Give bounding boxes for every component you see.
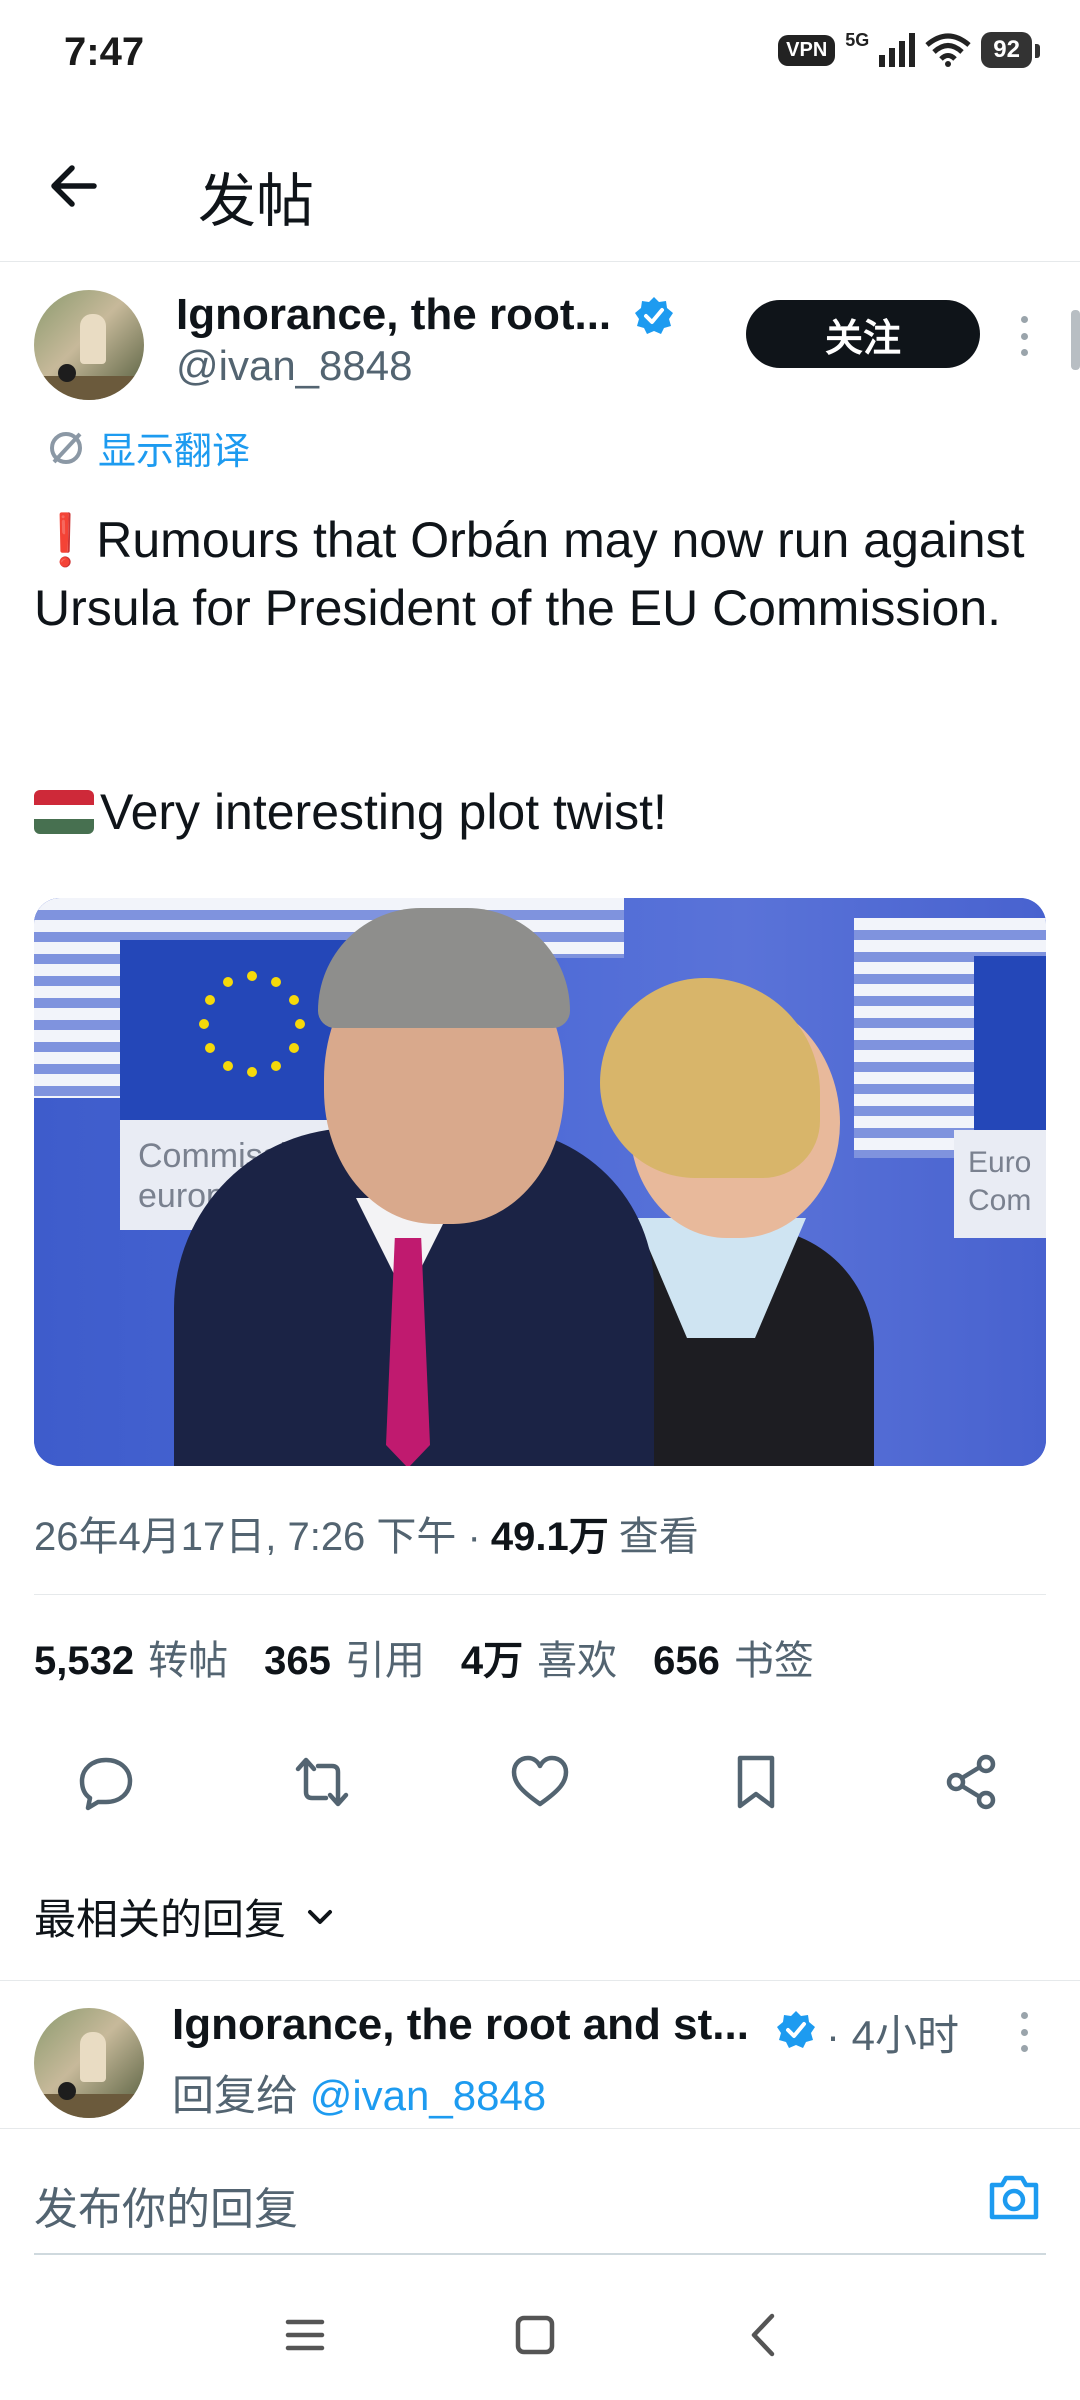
- replies-sort-dropdown[interactable]: 最相关的回复: [34, 1886, 336, 1947]
- verified-badge-icon: [635, 297, 673, 334]
- divider: [34, 1594, 1046, 1595]
- battery-indicator: 92: [981, 32, 1040, 68]
- back-arrow-icon[interactable]: [44, 156, 104, 216]
- exclamation-icon: ❗: [34, 512, 97, 568]
- action-bar: [0, 1752, 1080, 1824]
- views-count: 49.1万: [490, 1515, 609, 1559]
- stat-likes[interactable]: 4万 喜欢: [461, 1628, 617, 1686]
- replies-sort-label: 最相关的回复: [34, 1896, 287, 1943]
- repost-icon[interactable]: [292, 1752, 352, 1812]
- status-time: 7:47: [64, 30, 145, 74]
- post-text-line2: Very interesting plot twist!: [100, 784, 667, 840]
- post-meta: 26年4月17日, 7:26 下午 · 49.1万 查看: [34, 1504, 699, 1562]
- author-handle[interactable]: @ivan_8848: [176, 342, 412, 390]
- bookmark-icon[interactable]: [726, 1752, 786, 1812]
- status-bar: 7:47 VPN 5G 92: [0, 0, 1080, 110]
- engagement-stats: 5,532 转帖 365 引用 4万 喜欢 656 书签: [34, 1628, 850, 1686]
- post-text-line1: Rumours that Orbán may now run against U…: [34, 512, 1025, 636]
- top-app-bar: 发帖: [0, 110, 1080, 262]
- views-label: 查看: [618, 1515, 699, 1559]
- post-image[interactable]: Commission européenne Euro Com: [34, 898, 1046, 1466]
- post-text: ❗Rumours that Orbán may now run against …: [34, 506, 1034, 642]
- post-more-options-icon[interactable]: [1019, 316, 1029, 356]
- divider: [0, 1980, 1080, 1981]
- status-icons: VPN 5G 92: [778, 29, 1040, 68]
- like-icon[interactable]: [510, 1752, 570, 1812]
- signal-icon: [879, 33, 916, 67]
- eu-stars-icon: [199, 971, 305, 1077]
- show-translation-link[interactable]: 显示翻译: [46, 420, 250, 475]
- follow-button[interactable]: 关注: [746, 300, 980, 368]
- reply-composer: 发布你的回复: [0, 2128, 1080, 2256]
- vpn-badge: VPN: [778, 34, 836, 66]
- post-text-second: Very interesting plot twist!: [34, 778, 667, 846]
- home-icon[interactable]: [510, 2310, 560, 2360]
- composer-underline: [34, 2253, 1046, 2255]
- stat-bookmarks[interactable]: 656 书签: [653, 1628, 814, 1686]
- back-icon[interactable]: [740, 2310, 790, 2360]
- wifi-icon: [925, 33, 971, 67]
- stat-quotes[interactable]: 365 引用: [264, 1628, 425, 1686]
- reply-more-options-icon[interactable]: [1019, 2012, 1029, 2052]
- reply-input[interactable]: 发布你的回复: [34, 2173, 298, 2237]
- reply-to-handle-link[interactable]: @ivan_8848: [310, 2072, 546, 2119]
- reply-icon[interactable]: [76, 1752, 136, 1812]
- hungary-flag-icon: [34, 790, 94, 834]
- network-type: 5G: [845, 29, 870, 50]
- share-icon[interactable]: [942, 1752, 1002, 1812]
- show-translation-label: 显示翻译: [98, 431, 251, 473]
- reply-author-name[interactable]: Ignorance, the root and st...: [172, 2000, 749, 2050]
- reply-author-avatar[interactable]: [34, 2008, 144, 2118]
- author-name[interactable]: Ignorance, the root...: [176, 290, 611, 340]
- translate-icon: [50, 431, 82, 464]
- chevron-down-icon: [308, 1909, 333, 1924]
- reply-to-line: 回复给 @ivan_8848: [172, 2062, 546, 2123]
- post-timestamp: 26年4月17日, 7:26 下午 ·: [34, 1515, 481, 1559]
- menu-icon[interactable]: [280, 2310, 330, 2360]
- image-sign-text-right: Euro Com: [954, 1130, 1046, 1238]
- reply-to-prefix: 回复给: [172, 2072, 299, 2119]
- page-title: 发帖: [198, 169, 315, 234]
- camera-icon[interactable]: [984, 2167, 1044, 2227]
- scrollbar-thumb[interactable]: [1071, 310, 1080, 370]
- reply-time: · 4小时: [826, 2012, 960, 2059]
- verified-badge-icon: [777, 2011, 815, 2048]
- stat-reposts[interactable]: 5,532 转帖: [34, 1628, 228, 1686]
- author-avatar[interactable]: [34, 290, 144, 400]
- system-nav-bar: [0, 2270, 1080, 2400]
